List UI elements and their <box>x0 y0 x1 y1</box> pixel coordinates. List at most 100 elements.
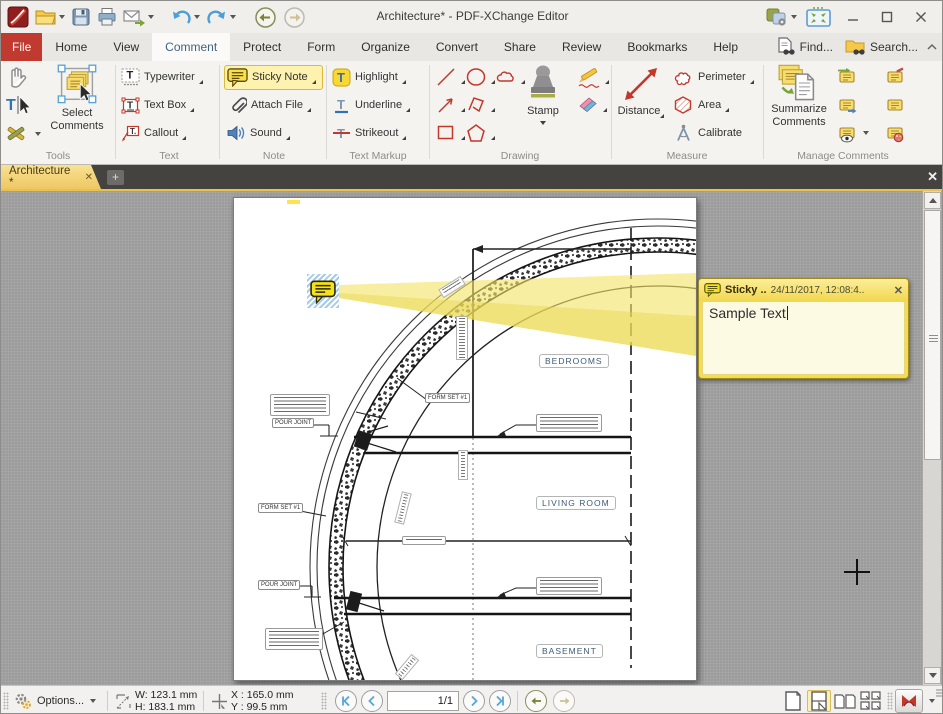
stamp-button[interactable]: Stamp <box>518 63 568 149</box>
sticky-popup-text-area[interactable]: Sample Text <box>702 301 905 375</box>
ellipse-icon <box>465 66 487 88</box>
print-button[interactable] <box>95 5 119 29</box>
sound-button[interactable]: Sound <box>227 120 290 146</box>
eraser-tool-button[interactable] <box>575 92 607 118</box>
vertical-scrollbar[interactable] <box>922 191 941 685</box>
tab-view[interactable]: View <box>100 33 152 61</box>
first-page-button[interactable] <box>335 690 357 712</box>
select-text-button[interactable]: T <box>5 92 31 118</box>
draw-arrow-button[interactable] <box>435 92 465 118</box>
tab-review[interactable]: Review <box>549 33 614 61</box>
open-file-button[interactable] <box>33 6 67 28</box>
comment-styles-button[interactable] <box>885 120 905 146</box>
tab-share[interactable]: Share <box>491 33 549 61</box>
polyline-icon <box>465 94 487 116</box>
typewriter-button[interactable]: TTypewriter <box>121 64 203 90</box>
room-label-basement: BASEMENT <box>536 644 603 658</box>
next-view-button-status[interactable] <box>553 690 575 712</box>
export-comments-button[interactable] <box>837 92 857 118</box>
pdf-page[interactable]: BEDROOMS LIVING ROOM BASEMENT FORM SET #… <box>233 197 697 681</box>
underline-button[interactable]: TUnderline <box>332 92 410 118</box>
layout-two-pages-button[interactable] <box>833 690 857 712</box>
edit-comment-button[interactable] <box>885 64 905 90</box>
layout-single-page-button[interactable] <box>781 690 805 712</box>
highlight-label: Highlight <box>355 71 398 83</box>
perimeter-button[interactable]: Perimeter <box>673 64 754 90</box>
page-number-input[interactable] <box>387 691 459 711</box>
email-button[interactable] <box>121 6 156 29</box>
highlight-button[interactable]: T Highlight <box>332 64 406 90</box>
tab-organize[interactable]: Organize <box>348 33 423 61</box>
ui-customize-button[interactable] <box>763 4 799 30</box>
attach-file-button[interactable]: Attach File <box>229 92 311 118</box>
fullscreen-button[interactable] <box>803 4 834 30</box>
summarize-comments-button[interactable]: Summarize Comments <box>767 63 831 149</box>
next-page-button[interactable] <box>463 690 485 712</box>
annotation-dim-label <box>458 450 468 480</box>
scroll-down-button[interactable] <box>924 667 941 684</box>
maximize-button[interactable] <box>872 6 902 28</box>
more-tools-button[interactable] <box>5 121 41 147</box>
tab-comment[interactable]: Comment <box>152 33 230 61</box>
comment-pencil-icon <box>885 67 905 87</box>
sticky-note-annotation[interactable] <box>307 274 339 308</box>
next-comment-button[interactable] <box>885 92 905 118</box>
layout-continuous-button[interactable] <box>807 690 831 712</box>
draw-ellipse-button[interactable] <box>465 64 495 90</box>
tab-file[interactable]: File <box>1 33 42 61</box>
area-button[interactable]: Area <box>673 92 729 118</box>
calibrate-button[interactable]: Calibrate <box>673 120 742 146</box>
draw-line-button[interactable] <box>435 64 465 90</box>
svg-text:T: T <box>337 70 345 85</box>
redo-button[interactable] <box>204 5 238 29</box>
tab-bar-close-button[interactable]: ✕ <box>927 169 938 185</box>
sticky-note-popup[interactable]: Sticky .. 24/11/2017, 12:08:4.. ✕ Sample… <box>698 278 909 379</box>
find-button[interactable]: Find... <box>772 35 837 59</box>
text-box-label: Text Box <box>144 99 186 111</box>
pencil-tool-button[interactable] <box>575 64 609 90</box>
sticky-popup-close-icon[interactable]: ✕ <box>894 284 903 297</box>
tab-home[interactable]: Home <box>42 33 100 61</box>
select-comments-button[interactable]: Select Comments <box>41 63 113 149</box>
previous-view-button-status[interactable] <box>525 690 547 712</box>
sticky-note-button[interactable]: Sticky Note <box>227 64 316 90</box>
tab-convert[interactable]: Convert <box>423 33 491 61</box>
draw-polygon-button[interactable] <box>465 120 495 146</box>
previous-view-button[interactable] <box>252 4 279 31</box>
sticky-popup-header[interactable]: Sticky .. 24/11/2017, 12:08:4.. ✕ <box>699 279 908 301</box>
text-box-button[interactable]: TText Box <box>121 92 194 118</box>
save-button[interactable] <box>69 5 93 29</box>
tab-bookmarks[interactable]: Bookmarks <box>614 33 700 61</box>
import-comments-button[interactable] <box>837 64 857 90</box>
close-button[interactable] <box>906 6 936 28</box>
undo-button[interactable] <box>168 5 202 29</box>
document-canvas[interactable]: BEDROOMS LIVING ROOM BASEMENT FORM SET #… <box>1 191 943 685</box>
previous-page-button[interactable] <box>361 690 383 712</box>
statusbar-collapse-icon[interactable] <box>935 688 943 698</box>
last-page-button[interactable] <box>489 690 511 712</box>
hand-tool-button[interactable] <box>5 64 29 90</box>
export-comments-icon <box>837 95 857 115</box>
strikeout-button[interactable]: TStrikeout <box>332 120 406 146</box>
show-comments-button[interactable] <box>837 120 869 146</box>
scroll-up-button[interactable] <box>924 192 941 209</box>
tab-protect[interactable]: Protect <box>230 33 294 61</box>
collapse-ribbon-button[interactable] <box>926 42 938 52</box>
search-button[interactable]: Search... <box>841 35 922 59</box>
next-view-button[interactable] <box>281 4 308 31</box>
scrollbar-thumb[interactable] <box>924 210 941 460</box>
app-logo-icon[interactable] <box>5 4 31 30</box>
statusbar-options-button[interactable]: Options... <box>13 691 96 711</box>
draw-rectangle-button[interactable] <box>435 120 465 146</box>
tab-help[interactable]: Help <box>700 33 751 61</box>
open-in-acrobat-button[interactable] <box>895 689 923 713</box>
draw-polyline-button[interactable] <box>465 92 495 118</box>
tab-form[interactable]: Form <box>294 33 348 61</box>
new-tab-button[interactable]: + <box>107 170 124 185</box>
layout-two-pages-continuous-button[interactable] <box>859 690 883 712</box>
minimize-button[interactable] <box>838 6 868 28</box>
callout-button[interactable]: T.Callout <box>121 120 186 146</box>
distance-button[interactable]: Distance <box>614 63 668 149</box>
document-tab-architecture[interactable]: Architecture * ✕ <box>1 165 101 189</box>
document-tab-close-icon[interactable]: ✕ <box>85 172 93 183</box>
